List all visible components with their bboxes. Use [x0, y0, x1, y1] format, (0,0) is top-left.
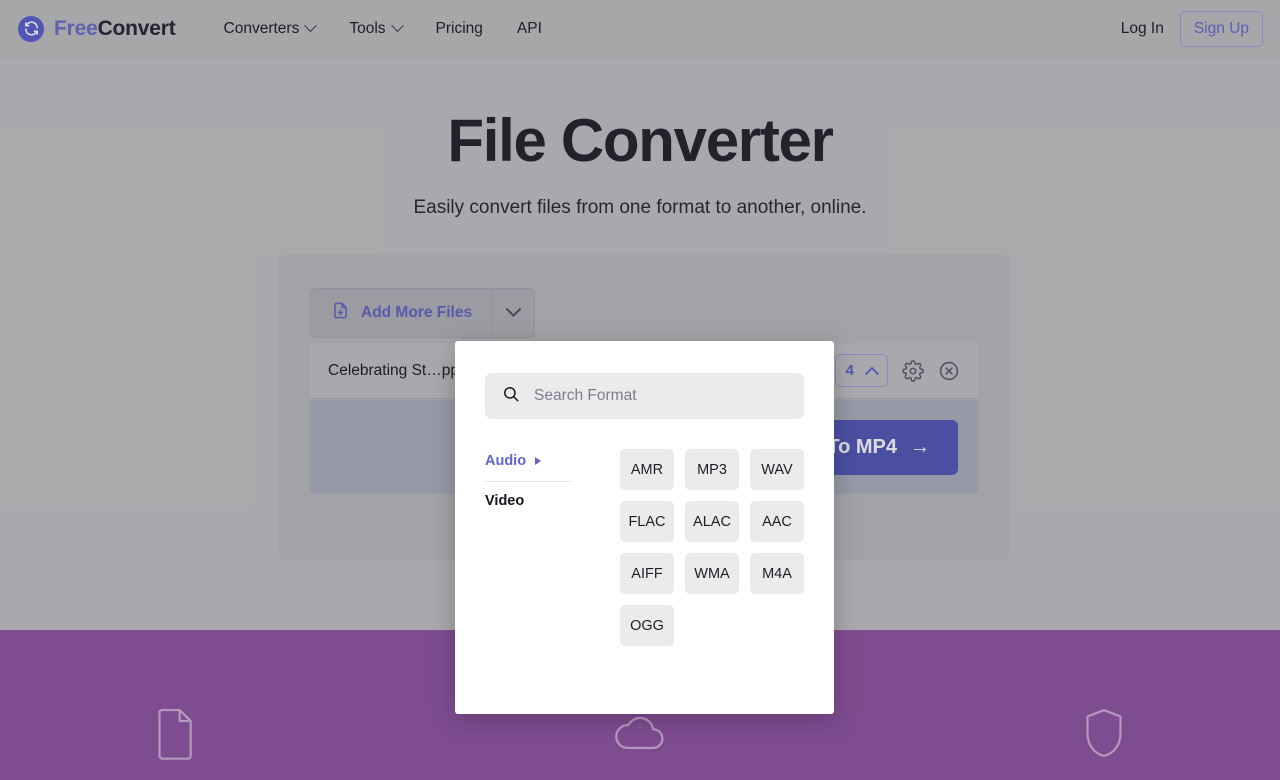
format-picker-body: Audio Video AMR MP3 WAV FLAC ALAC AAC AI…	[485, 449, 804, 646]
format-option-amr[interactable]: AMR	[620, 449, 674, 490]
format-category-video-label: Video	[485, 493, 525, 509]
search-icon	[502, 385, 520, 408]
format-search-box[interactable]	[485, 373, 804, 419]
format-option-wma[interactable]: WMA	[685, 553, 739, 594]
triangle-right-icon	[535, 457, 542, 465]
format-option-wav[interactable]: WAV	[750, 449, 804, 490]
format-option-aiff[interactable]: AIFF	[620, 553, 674, 594]
format-grid: AMR MP3 WAV FLAC ALAC AAC AIFF WMA M4A O…	[620, 449, 804, 646]
format-option-m4a[interactable]: M4A	[750, 553, 804, 594]
format-category-audio[interactable]: Audio	[485, 449, 579, 473]
format-option-flac[interactable]: FLAC	[620, 501, 674, 542]
format-category-list: Audio Video	[485, 449, 579, 646]
format-option-alac[interactable]: ALAC	[685, 501, 739, 542]
format-option-ogg[interactable]: OGG	[620, 605, 674, 646]
format-category-video[interactable]: Video	[485, 482, 579, 513]
format-picker-modal: Audio Video AMR MP3 WAV FLAC ALAC AAC AI…	[455, 341, 834, 714]
format-option-mp3[interactable]: MP3	[685, 449, 739, 490]
page-root: FreeConvert Converters Tools Pricing API…	[0, 0, 1280, 780]
format-category-audio-label: Audio	[485, 453, 527, 469]
format-search-input[interactable]	[534, 387, 787, 405]
format-option-aac[interactable]: AAC	[750, 501, 804, 542]
